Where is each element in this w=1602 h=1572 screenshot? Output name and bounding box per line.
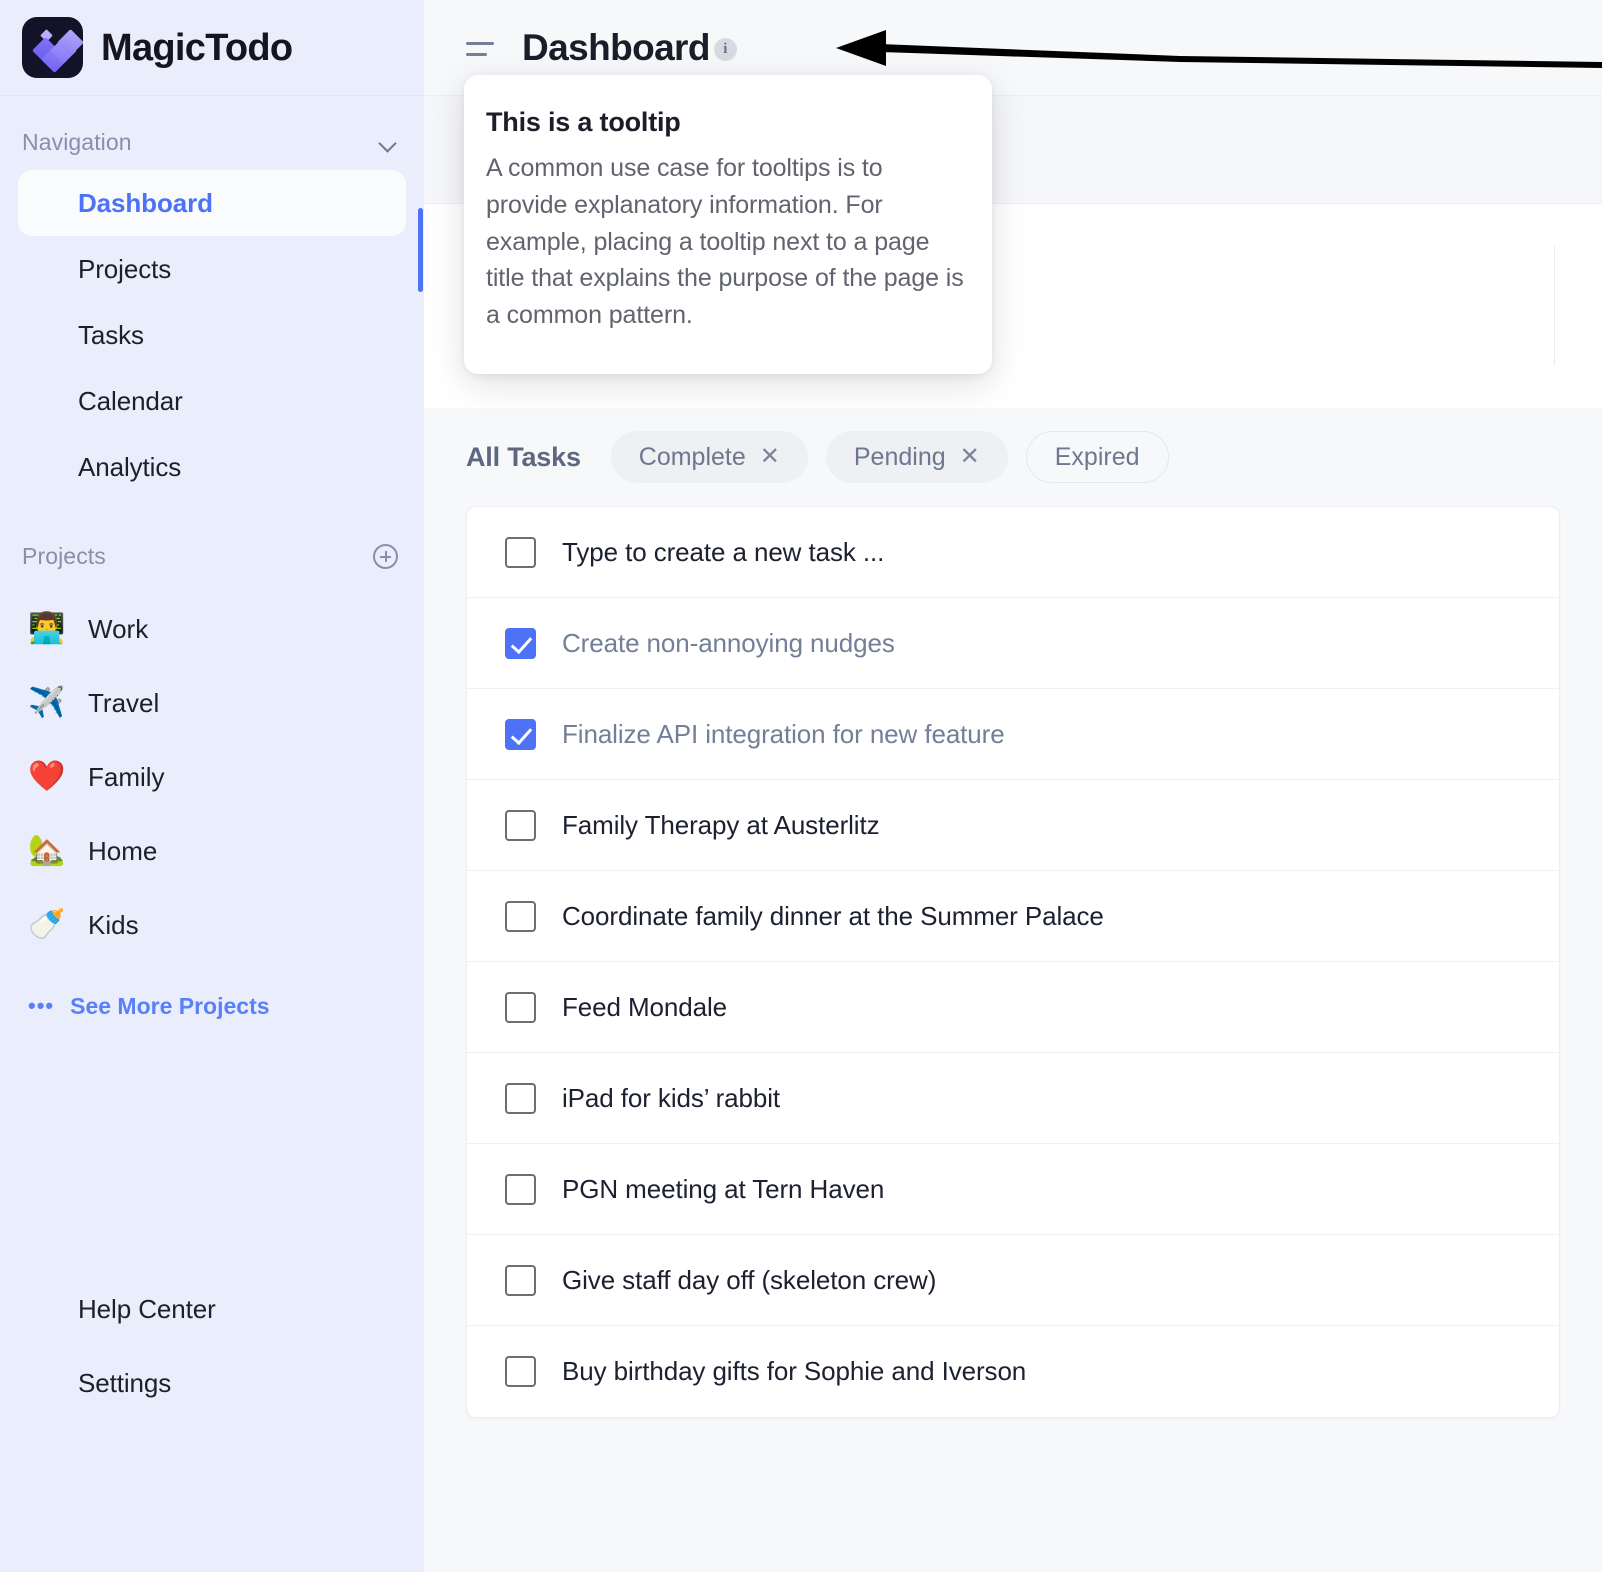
page-title: Dashboard: [522, 27, 710, 68]
project-item-travel[interactable]: ✈️ Travel: [18, 666, 406, 740]
sidebar-item-tasks[interactable]: Tasks: [18, 302, 406, 368]
sidebar-item-label: Calendar: [78, 385, 183, 416]
sidebar-item-label: Tasks: [78, 319, 144, 350]
plus-circle-icon[interactable]: [373, 543, 398, 569]
task-label: PGN meeting at Tern Haven: [562, 1173, 885, 1204]
checkbox-unchecked-icon[interactable]: [505, 1264, 536, 1296]
project-item-work[interactable]: 👨‍💻 Work: [18, 592, 406, 666]
magic-check-logo-icon: [22, 17, 83, 78]
task-list-card: Type to create a new task ... Create non…: [466, 506, 1560, 1418]
house-icon: 🏡: [28, 834, 66, 867]
table-row[interactable]: Feed Mondale: [467, 962, 1559, 1053]
see-more-projects-button[interactable]: ••• See More Projects: [0, 984, 424, 1028]
table-row[interactable]: Create non-annoying nudges: [467, 598, 1559, 689]
sidebar-item-dashboard[interactable]: Dashboard: [18, 170, 406, 236]
sidebar-item-label: Analytics: [78, 451, 182, 482]
sidebar-item-label: Settings: [78, 1367, 172, 1398]
task-label: Buy birthday gifts for Sophie and Iverso…: [562, 1356, 1027, 1386]
project-item-home[interactable]: 🏡 Home: [18, 814, 406, 888]
chevron-down-icon[interactable]: [379, 137, 398, 148]
info-circle-icon[interactable]: i: [713, 37, 737, 61]
sidebar-item-label: Dashboard: [78, 187, 213, 218]
filter-chip-expired[interactable]: Expired: [1025, 431, 1169, 483]
sidebar: MagicTodo Navigation Dashboard Projects …: [0, 0, 424, 1572]
projects-list: 👨‍💻 Work ✈️ Travel ❤️ Family 🏡 Home 🍼 Ki…: [0, 592, 424, 962]
close-x-icon[interactable]: ✕: [960, 445, 980, 469]
project-item-label: Family: [88, 761, 165, 792]
task-label: Finalize API integration for new feature: [562, 718, 1005, 749]
filter-chip-pending[interactable]: Pending ✕: [825, 431, 1008, 483]
task-label: Family Therapy at Austerlitz: [562, 809, 880, 840]
table-row[interactable]: PGN meeting at Tern Haven: [467, 1144, 1559, 1235]
heart-icon: ❤️: [28, 760, 66, 793]
brand-name: MagicTodo: [101, 26, 293, 69]
tooltip-body: A common use case for tooltips is to pro…: [486, 154, 964, 329]
task-label: Feed Mondale: [562, 991, 728, 1022]
briefcase-person-icon: 👨‍💻: [28, 612, 66, 645]
table-row[interactable]: Finalize API integration for new feature: [467, 689, 1559, 780]
filter-chip-label: Complete: [638, 442, 746, 471]
checkbox-unchecked-icon[interactable]: [505, 1356, 536, 1387]
checkbox-checked-icon[interactable]: [505, 627, 536, 659]
checkbox-unchecked-icon[interactable]: [505, 536, 536, 568]
all-tasks-label: All Tasks: [466, 441, 581, 472]
checkbox-unchecked-icon[interactable]: [505, 1173, 536, 1205]
filter-chip-complete[interactable]: Complete ✕: [610, 431, 808, 483]
new-task-input[interactable]: Type to create a new task ...: [562, 537, 884, 568]
table-row[interactable]: Give staff day off (skeleton crew): [467, 1235, 1559, 1326]
baby-bottle-icon: 🍼: [28, 908, 66, 941]
airplane-icon: ✈️: [28, 686, 66, 719]
filter-chip-label: Pending: [853, 442, 946, 471]
table-row[interactable]: Coordinate family dinner at the Summer P…: [467, 871, 1559, 962]
table-row[interactable]: Buy birthday gifts for Sophie and Iverso…: [467, 1326, 1559, 1417]
task-label: Give staff day off (skeleton crew): [562, 1264, 937, 1295]
card-divider: [1554, 246, 1555, 366]
project-item-label: Work: [88, 613, 149, 644]
hamburger-menu-icon[interactable]: [466, 40, 494, 56]
ellipsis-icon: •••: [28, 993, 55, 1018]
task-label: iPad for kids’ rabbit: [562, 1082, 781, 1113]
table-row[interactable]: iPad for kids’ rabbit: [467, 1053, 1559, 1144]
sidebar-bottom-list: Help Center Settings: [0, 1272, 424, 1572]
task-label: Create non-annoying nudges: [562, 627, 895, 658]
checkbox-unchecked-icon[interactable]: [505, 900, 536, 932]
checkbox-checked-icon[interactable]: [505, 718, 536, 750]
app-root: MagicTodo Navigation Dashboard Projects …: [0, 0, 1602, 1572]
main-content: Dashboard i All Tasks Complete ✕ Pending…: [424, 0, 1602, 1572]
tooltip-popover: This is a tooltip A common use case for …: [464, 75, 992, 374]
sidebar-item-analytics[interactable]: Analytics: [18, 434, 406, 500]
filter-chip-label: Expired: [1054, 442, 1140, 471]
project-item-label: Travel: [88, 687, 160, 718]
filter-bar: All Tasks Complete ✕ Pending ✕ Expired: [424, 408, 1602, 506]
checkbox-unchecked-icon[interactable]: [505, 809, 536, 841]
sidebar-item-label: Help Center: [78, 1293, 216, 1324]
active-nav-indicator: [418, 208, 423, 292]
projects-section-label: Projects: [22, 542, 106, 569]
see-more-projects-label: See More Projects: [70, 992, 270, 1019]
navigation-list: Dashboard Projects Tasks Calendar Analyt…: [0, 170, 424, 500]
page-title-group: Dashboard i: [522, 29, 737, 66]
project-item-family[interactable]: ❤️ Family: [18, 740, 406, 814]
sidebar-item-settings[interactable]: Settings: [18, 1346, 406, 1420]
checkbox-unchecked-icon[interactable]: [505, 991, 536, 1023]
project-item-kids[interactable]: 🍼 Kids: [18, 888, 406, 962]
sidebar-item-projects[interactable]: Projects: [18, 236, 406, 302]
new-task-row[interactable]: Type to create a new task ...: [467, 507, 1559, 598]
sidebar-item-help-center[interactable]: Help Center: [18, 1272, 406, 1346]
checkbox-unchecked-icon[interactable]: [505, 1082, 536, 1114]
project-item-label: Home: [88, 835, 158, 866]
project-item-label: Kids: [88, 909, 139, 940]
task-label: Coordinate family dinner at the Summer P…: [562, 900, 1104, 931]
table-row[interactable]: Family Therapy at Austerlitz: [467, 780, 1559, 871]
projects-section-header: Projects: [0, 534, 424, 578]
sidebar-item-label: Projects: [78, 253, 172, 284]
close-x-icon[interactable]: ✕: [760, 445, 780, 469]
tooltip-title: This is a tooltip: [486, 107, 681, 137]
sidebar-item-calendar[interactable]: Calendar: [18, 368, 406, 434]
navigation-section-label: Navigation: [22, 128, 132, 155]
navigation-section-header[interactable]: Navigation: [0, 120, 424, 164]
brand-header[interactable]: MagicTodo: [0, 0, 424, 96]
